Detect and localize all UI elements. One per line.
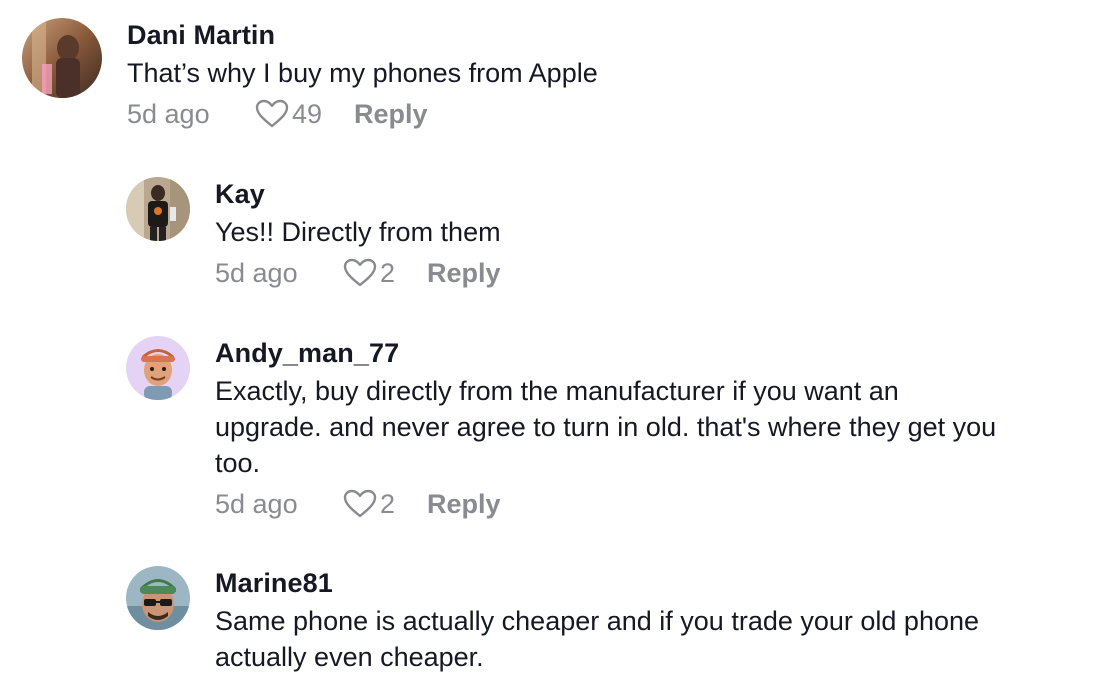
reply-button[interactable]: Reply: [427, 256, 501, 290]
comment-username[interactable]: Marine81: [215, 566, 979, 600]
like-button[interactable]: 2: [343, 487, 395, 521]
reply-button[interactable]: Reply: [427, 487, 501, 521]
avatar[interactable]: [126, 336, 190, 400]
comment-username[interactable]: Andy_man_77: [215, 336, 996, 370]
comment-meta: 5d ago 2 Reply: [215, 487, 996, 521]
comment-body: Marine81 Same phone is actually cheaper …: [215, 566, 979, 675]
comment-username[interactable]: Dani Martin: [127, 18, 598, 52]
comment-text-line: too.: [215, 448, 261, 478]
comment-text: Exactly, buy directly from the manufactu…: [215, 373, 996, 481]
avatar-image: [22, 18, 102, 98]
comment-body: Kay Yes!! Directly from them 5d ago 2 Re…: [215, 177, 501, 290]
comment-time: 5d ago: [127, 99, 210, 129]
comment-text-line: upgrade. and never agree to turn in old.…: [215, 412, 997, 442]
avatar-image: [126, 336, 190, 400]
comment-text-line: actually even cheaper.: [215, 642, 484, 672]
comment: Andy_man_77 Exactly, buy directly from t…: [126, 336, 996, 521]
comment-text: That’s why I buy my phones from Apple: [127, 58, 598, 88]
avatar-image: [126, 177, 190, 241]
like-button[interactable]: 2: [343, 256, 395, 290]
comment-text: Yes!! Directly from them: [215, 217, 501, 247]
reply-button[interactable]: Reply: [354, 97, 428, 131]
comment-time: 5d ago: [215, 258, 298, 288]
comment-meta: 5d ago 2 Reply: [215, 256, 501, 290]
heart-outline-icon[interactable]: [255, 99, 289, 129]
comment-body: Dani Martin That’s why I buy my phones f…: [127, 18, 598, 131]
like-count: 2: [380, 489, 396, 519]
heart-outline-icon[interactable]: [343, 258, 377, 288]
comment-meta: 5d ago 49 Reply: [127, 97, 598, 131]
comment-body: Andy_man_77 Exactly, buy directly from t…: [215, 336, 996, 521]
avatar[interactable]: [126, 566, 190, 630]
comment-text-line: Exactly, buy directly from the manufactu…: [215, 376, 899, 406]
avatar[interactable]: [126, 177, 190, 241]
avatar[interactable]: [22, 18, 102, 98]
comment-username[interactable]: Kay: [215, 177, 501, 211]
like-count: 2: [380, 258, 396, 288]
like-button[interactable]: 49: [255, 97, 322, 131]
comment: Dani Martin That’s why I buy my phones f…: [22, 18, 598, 131]
like-count: 49: [292, 99, 323, 129]
avatar-image: [126, 566, 190, 630]
comment-text-line: Same phone is actually cheaper and if yo…: [215, 606, 980, 636]
comment-time: 5d ago: [215, 489, 298, 519]
heart-outline-icon[interactable]: [343, 489, 377, 519]
comment: Kay Yes!! Directly from them 5d ago 2 Re…: [126, 177, 501, 290]
comment-text: Same phone is actually cheaper and if yo…: [215, 603, 979, 675]
comment: Marine81 Same phone is actually cheaper …: [126, 566, 979, 675]
